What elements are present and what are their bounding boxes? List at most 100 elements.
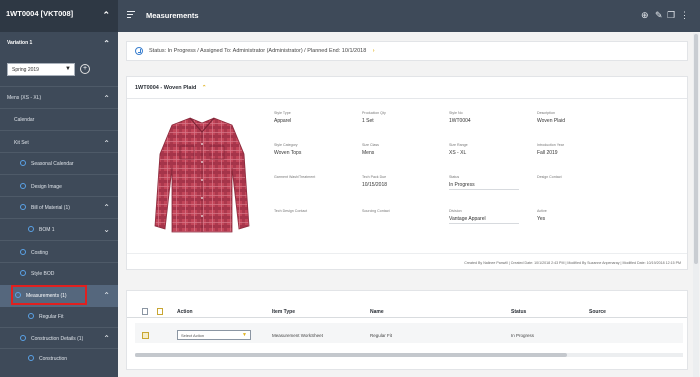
page-scrollbar-thumb[interactable] — [694, 34, 698, 264]
sidebar-divider — [0, 108, 118, 109]
column-header-source[interactable]: Source — [589, 309, 606, 315]
chevron-down-icon[interactable]: ⌄ — [103, 226, 110, 234]
sidebar-divider — [0, 327, 118, 328]
more-icon[interactable]: ⋮ — [680, 10, 689, 20]
sidebar-item-seasonal-calendar[interactable]: Seasonal Calendar — [0, 160, 118, 167]
edit-icon[interactable]: ✎ — [655, 10, 663, 20]
chevron-down-icon: ▼ — [65, 66, 71, 72]
style-card-header[interactable]: 1WT0004 - Woven Plaid ⌃ — [127, 77, 687, 99]
chevron-up-icon[interactable]: ⌃ — [202, 85, 207, 91]
attr-label: Tech Design Contact — [274, 209, 308, 213]
attr-value: Yes — [537, 216, 546, 222]
variation-header[interactable]: Variation 1 ⌃ — [0, 40, 118, 48]
chevron-up-icon[interactable]: ⌃ — [102, 10, 110, 21]
sidebar-item-design-image[interactable]: Design Image — [0, 183, 118, 190]
attr-division: Division Vantage Apparel — [449, 209, 529, 224]
column-header-name[interactable]: Name — [370, 309, 384, 315]
page-title: Measurements — [146, 11, 199, 20]
sidebar-item-bill-of-material[interactable]: Bill of Material (1) ⌃ — [0, 204, 118, 212]
status-check-icon — [135, 47, 143, 55]
attr-style-no: Style No 1WT0004 — [449, 111, 529, 124]
sidebar-divider — [0, 218, 118, 219]
cell-name[interactable]: Regular Fit — [370, 333, 392, 338]
sidebar-item-mens[interactable]: Mens (XS - XL) ⌃ — [0, 95, 118, 103]
attr-size-range: Size Range XS - XL — [449, 143, 529, 156]
row-checkbox[interactable] — [142, 332, 149, 339]
plaid-shirt-icon — [154, 117, 250, 233]
attr-size-class: Size Class Mens — [362, 143, 442, 156]
sidebar-item-style-bod[interactable]: Style BOD — [0, 270, 118, 277]
construction-icon — [20, 335, 26, 341]
sidebar-divider — [0, 240, 118, 241]
add-icon[interactable]: ⊕ — [641, 10, 649, 20]
season-select[interactable]: Spring 2019 ▼ — [7, 63, 75, 76]
attr-value: XS - XL — [449, 150, 467, 156]
sidebar: 1WT0004 [VKT008] ⌃ Variation 1 ⌃ Spring … — [0, 0, 118, 377]
chevron-up-icon[interactable]: ⌃ — [103, 95, 110, 103]
sidebar-item-label: Calendar — [14, 117, 35, 123]
copy-icon[interactable]: ❐ — [667, 10, 675, 20]
sidebar-item-label: Construction Details (1) — [31, 336, 84, 342]
attr-value: Fall 2019 — [537, 150, 558, 156]
chevron-down-icon: ▼ — [242, 332, 247, 338]
card-divider — [127, 253, 687, 254]
attr-label: Style Type — [274, 111, 291, 115]
highlight-box — [11, 285, 87, 305]
column-header-item-type[interactable]: Item Type — [272, 309, 295, 315]
attr-label: Production Qty — [362, 111, 386, 115]
sidebar-divider — [0, 262, 118, 263]
chevron-right-icon[interactable]: › — [373, 48, 375, 54]
grid-header-divider — [127, 317, 687, 318]
menu-icon[interactable] — [127, 11, 135, 20]
bom-icon — [20, 204, 26, 210]
status-text: Status: In Progress / Assigned To: Admin… — [149, 48, 367, 54]
attr-introduction-year: Introduction Year Fall 2019 — [537, 143, 617, 156]
sidebar-item-label: Regular Fit — [39, 314, 64, 320]
column-header-status[interactable]: Status — [511, 309, 526, 315]
chevron-up-icon[interactable]: ⌃ — [103, 292, 110, 300]
product-image — [152, 108, 252, 245]
attr-label: Style Category — [274, 143, 298, 147]
grid-scrollbar-thumb[interactable] — [135, 353, 567, 357]
chevron-up-icon[interactable]: ⌃ — [103, 140, 110, 148]
action-select-value: Select Action — [181, 333, 205, 338]
column-header-action[interactable]: Action — [177, 309, 193, 315]
sidebar-item-construction-details[interactable]: Construction Details (1) ⌃ — [0, 335, 118, 343]
attr-value: 1WT0004 — [449, 118, 471, 124]
attr-value: Woven Plaid — [537, 118, 565, 124]
sidebar-item-label: Costing — [31, 250, 48, 256]
attr-value: Vantage Apparel — [449, 216, 519, 224]
sidebar-divider — [0, 130, 118, 131]
chevron-up-icon[interactable]: ⌃ — [103, 335, 110, 343]
sidebar-item-costing[interactable]: Costing — [0, 249, 118, 256]
attr-label: Introduction Year — [537, 143, 564, 147]
style-card: 1WT0004 - Woven Plaid ⌃ Style Type Appar… — [126, 76, 688, 270]
sidebar-item-regular-fit[interactable]: Regular Fit — [0, 313, 118, 320]
audit-info: Created By Nalinee Panwill | Created Dat… — [464, 261, 681, 265]
select-all-icon[interactable] — [157, 308, 163, 315]
action-select[interactable]: Select Action ▼ — [177, 330, 251, 340]
sidebar-header: 1WT0004 [VKT008] ⌃ — [0, 0, 118, 32]
sidebar-item-calendar[interactable]: Calendar — [0, 117, 118, 123]
attr-value: In Progress — [449, 182, 519, 190]
sidebar-divider — [0, 174, 118, 175]
sidebar-item-label: Seasonal Calendar — [31, 161, 74, 167]
chevron-up-icon[interactable]: ⌃ — [103, 40, 110, 48]
attr-label: Garment Wash/Treatment — [274, 175, 316, 179]
sidebar-divider — [0, 152, 118, 153]
grid-view-icon[interactable] — [142, 308, 148, 315]
sidebar-item-kit-set[interactable]: Kit Set ⌃ — [0, 140, 118, 148]
style-bod-icon — [20, 270, 26, 276]
add-season-icon[interactable]: + — [80, 64, 90, 74]
sidebar-item-construction[interactable]: Construction — [0, 355, 118, 362]
attr-label: Style No — [449, 111, 463, 115]
sidebar-title: 1WT0004 [VKT008] — [6, 9, 74, 18]
chevron-up-icon[interactable]: ⌃ — [103, 204, 110, 212]
costing-icon — [20, 249, 26, 255]
sidebar-divider — [0, 86, 118, 87]
attr-label: Division — [449, 209, 462, 213]
sidebar-divider — [0, 348, 118, 349]
attr-design-contact: Design Contact — [537, 175, 617, 182]
attr-active: Active Yes — [537, 209, 617, 222]
sidebar-item-bom-1[interactable]: BOM 1 ⌄ — [0, 226, 118, 234]
